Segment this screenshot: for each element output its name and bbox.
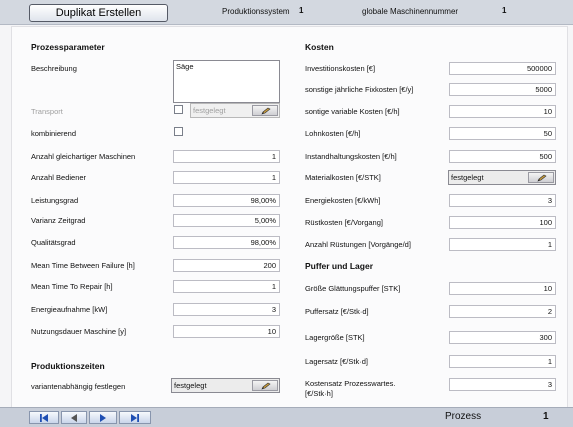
process-status-label: Prozess — [445, 411, 482, 422]
quality-label: Qualitätsgrad — [31, 238, 76, 247]
transport-checkbox[interactable] — [174, 105, 183, 114]
top-toolbar: Duplikat Erstellen Produktionssystem 1 g… — [0, 0, 573, 25]
variant-combo[interactable]: festgelegt — [171, 378, 280, 393]
setup-costs-field[interactable]: 100 — [449, 216, 556, 229]
investment-label: Investitionskosten [€] — [305, 64, 376, 73]
material-costs-label: Materialkosten [€/STK] — [305, 173, 381, 182]
setup-costs-label: Rüstkosten [€/Vorgang] — [305, 218, 383, 227]
transport-edit-button — [252, 105, 278, 116]
fixed-costs-field[interactable]: 5000 — [449, 83, 556, 96]
previous-record-button[interactable] — [61, 411, 87, 424]
mtbf-label: Mean Time Between Failure [h] — [31, 261, 135, 270]
first-record-button[interactable] — [29, 411, 59, 424]
lifetime-field[interactable]: 10 — [173, 325, 280, 338]
last-record-icon — [131, 414, 139, 422]
operators-label: Anzahl Bediener — [31, 173, 87, 182]
production-system-label: Produktionssystem — [222, 7, 290, 16]
variant-label: variantenabhängig festlegen — [31, 382, 126, 391]
waiting-cost-field[interactable]: 3 — [449, 378, 556, 391]
costs-heading: Kosten — [305, 42, 334, 52]
variant-edit-button[interactable] — [252, 380, 278, 391]
energy-field[interactable]: 3 — [173, 303, 280, 316]
wage-costs-field[interactable]: 50 — [449, 127, 556, 140]
process-status-value: 1 — [543, 411, 549, 422]
variant-value: festgelegt — [174, 381, 207, 390]
energy-label: Energieaufnahme [kW] — [31, 305, 108, 314]
waiting-cost-label: Kostensatz Prozesswartes. — [305, 379, 396, 388]
duplicate-button[interactable]: Duplikat Erstellen — [29, 4, 168, 22]
next-record-button[interactable] — [89, 411, 117, 424]
operators-field[interactable]: 1 — [173, 171, 280, 184]
pencil-icon — [261, 382, 271, 390]
storage-size-label: Lagergröße [STK] — [305, 333, 365, 342]
energy-costs-label: Energiekosten [€/kWh] — [305, 196, 381, 205]
performance-field[interactable]: 98,00% — [173, 194, 280, 207]
description-field[interactable]: Säge — [173, 60, 280, 103]
description-label: Beschreibung — [31, 64, 77, 73]
storage-rate-label: Lagersatz [€/Stk·d] — [305, 357, 368, 366]
energy-costs-field[interactable]: 3 — [449, 194, 556, 207]
machines-label: Anzahl gleichartiger Maschinen — [31, 152, 136, 161]
machine-number-value: 1 — [502, 6, 507, 15]
material-edit-button[interactable] — [528, 172, 554, 183]
machine-number-label: globale Maschinennummer — [362, 7, 459, 16]
pencil-icon — [537, 174, 547, 182]
quality-field[interactable]: 98,00% — [173, 236, 280, 249]
transport-label: Transport — [31, 107, 63, 116]
last-record-button[interactable] — [119, 411, 151, 424]
variable-costs-label: sontige variable Kosten [€/h] — [305, 107, 400, 116]
next-record-icon — [100, 414, 106, 422]
fixed-costs-label: sonstige jährliche Fixkosten [€/y] — [305, 85, 414, 94]
mttr-field[interactable]: 1 — [173, 280, 280, 293]
combining-checkbox[interactable] — [174, 127, 183, 136]
material-costs-value: festgelegt — [451, 173, 484, 182]
material-costs-combo[interactable]: festgelegt — [448, 170, 556, 185]
buffer-heading: Puffer und Lager — [305, 261, 374, 271]
setup-count-label: Anzahl Rüstungen [Vorgänge/d] — [305, 240, 411, 249]
first-record-icon — [40, 414, 48, 422]
maintenance-field[interactable]: 500 — [449, 150, 556, 163]
machines-field[interactable]: 1 — [173, 150, 280, 163]
mttr-label: Mean Time To Repair [h] — [31, 282, 113, 291]
record-navigation-bar — [0, 407, 573, 427]
previous-record-icon — [71, 414, 77, 422]
smoothing-buffer-label: Größe Glättungspuffer [STK] — [305, 284, 401, 293]
buffer-rate-label: Puffersatz [€/Stk·d] — [305, 307, 369, 316]
wage-costs-label: Lohnkosten [€/h] — [305, 129, 361, 138]
production-system-value: 1 — [299, 6, 304, 15]
buffer-rate-field[interactable]: 2 — [449, 305, 556, 318]
variance-field[interactable]: 5,00% — [173, 214, 280, 227]
setup-count-field[interactable]: 1 — [449, 238, 556, 251]
transport-value: festgelegt — [193, 106, 226, 115]
storage-size-field[interactable]: 300 — [449, 331, 556, 344]
transport-combo: festgelegt — [190, 103, 280, 118]
mtbf-field[interactable]: 200 — [173, 259, 280, 272]
storage-rate-field[interactable]: 1 — [449, 355, 556, 368]
combining-label: kombinierend — [31, 129, 77, 138]
performance-label: Leistungsgrad — [31, 196, 79, 205]
investment-field[interactable]: 500000 — [449, 62, 556, 75]
smoothing-buffer-field[interactable]: 10 — [449, 282, 556, 295]
maintenance-label: Instandhaltungskosten [€/h] — [305, 152, 397, 161]
variance-label: Varianz Zeitgrad — [31, 216, 86, 225]
variable-costs-field[interactable]: 10 — [449, 105, 556, 118]
lifetime-label: Nutzungsdauer Maschine [y] — [31, 327, 127, 336]
pencil-icon — [261, 107, 271, 115]
waiting-cost-unit: [€/Stk·h] — [305, 389, 333, 398]
production-times-heading: Produktionszeiten — [31, 361, 105, 371]
process-parameters-heading: Prozessparameter — [31, 42, 105, 52]
